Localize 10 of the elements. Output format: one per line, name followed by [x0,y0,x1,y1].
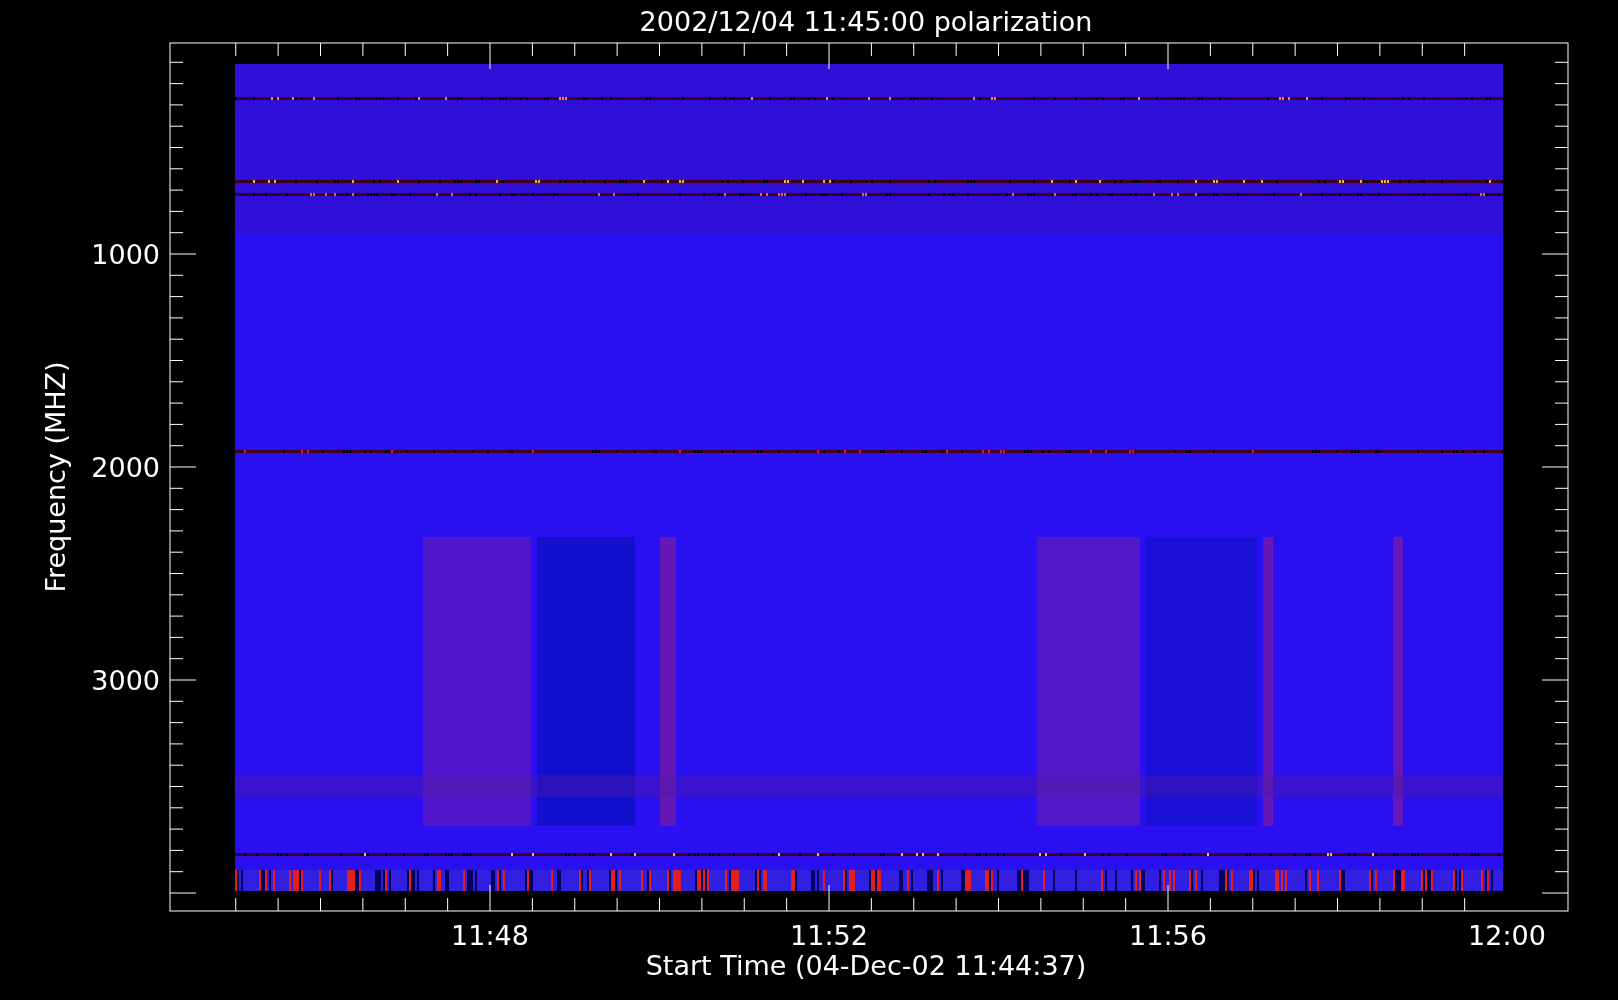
x-axis-label: Start Time (04-Dec-02 11:44:37) [645,950,1087,981]
x-tick-label: 11:52 [790,920,868,951]
x-tick-label: 11:48 [451,920,529,951]
chart-title: 2002/12/04 11:45:00 polarization [639,6,1093,37]
y-tick-label: 3000 [91,665,160,696]
x-tick-label: 12:00 [1468,920,1546,951]
y-axis-label: Frequency (MHZ) [40,361,71,593]
y-tick-label: 1000 [91,239,160,270]
x-tick-label: 11:56 [1129,920,1207,951]
y-tick-label: 2000 [91,452,160,483]
